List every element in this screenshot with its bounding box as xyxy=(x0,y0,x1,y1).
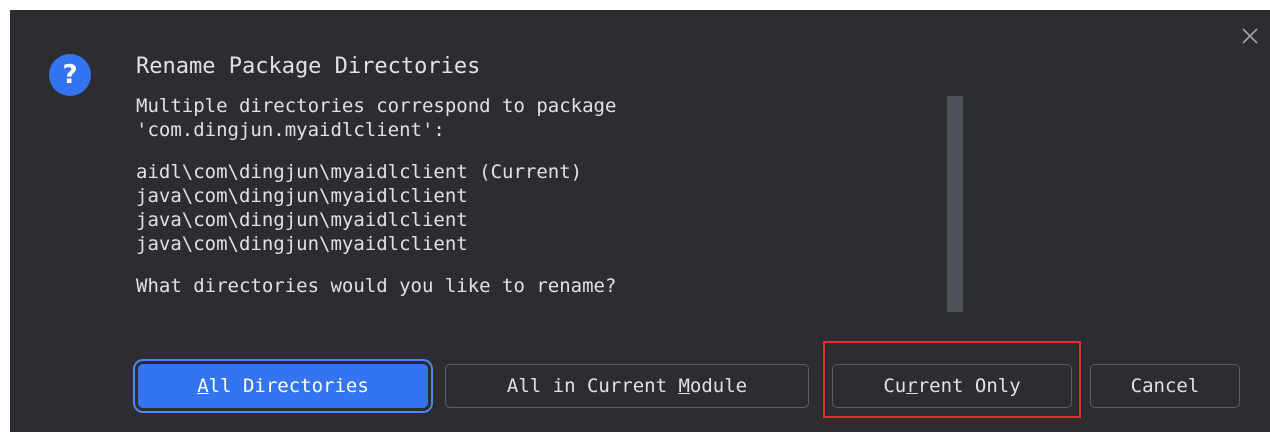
scrollbar-thumb[interactable] xyxy=(947,96,963,312)
dialog-message: Multiple directories correspond to packa… xyxy=(136,94,916,328)
message-line: 'com.dingjun.myaidlclient': xyxy=(136,119,445,141)
dialog-title: Rename Package Directories xyxy=(136,54,481,79)
all-in-current-module-button[interactable]: All in Current Module xyxy=(445,364,809,408)
message-scrollbar[interactable] xyxy=(947,96,963,312)
directory-item: java\com\dingjun\myaidlclient xyxy=(136,209,468,231)
highlight-annotation xyxy=(823,341,1081,418)
directory-item: aidl\com\dingjun\myaidlclient (Current) xyxy=(136,161,583,183)
question-icon: ? xyxy=(49,54,91,96)
message-question: What directories would you like to renam… xyxy=(136,275,617,297)
close-icon[interactable] xyxy=(1240,26,1260,46)
directory-item: java\com\dingjun\myaidlclient xyxy=(136,185,468,207)
directory-item: java\com\dingjun\myaidlclient xyxy=(136,233,468,255)
rename-package-dialog: ? Rename Package Directories Multiple di… xyxy=(10,10,1270,432)
all-directories-button[interactable]: All Directories xyxy=(138,364,428,408)
message-line: Multiple directories correspond to packa… xyxy=(136,95,617,117)
cancel-button[interactable]: Cancel xyxy=(1090,364,1240,408)
